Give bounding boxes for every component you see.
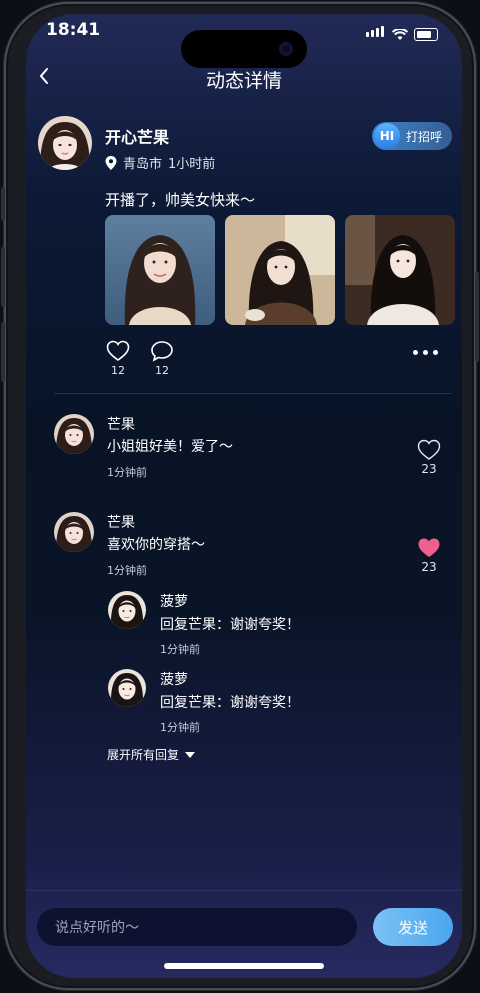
comment-author[interactable]: 芒果 — [107, 414, 135, 434]
reply-author[interactable]: 菠萝 — [160, 591, 188, 611]
status-time: 18:41 — [46, 20, 101, 40]
comment-like-button[interactable]: 23 — [411, 537, 447, 574]
reply-text: 回复芒果：谢谢夸奖！ — [160, 617, 300, 633]
post-photo[interactable] — [345, 215, 455, 325]
avatar-image — [108, 669, 146, 707]
heart-outline-icon — [106, 340, 130, 361]
comment-text: 小姐姐好美！爱了～ — [107, 439, 233, 455]
send-button[interactable]: 发送 — [373, 908, 453, 946]
photo-image — [105, 215, 215, 325]
post-photo[interactable] — [225, 215, 335, 325]
post-text: 开播了，帅美女快来～ — [105, 191, 256, 209]
commenter-avatar[interactable] — [54, 414, 94, 454]
comment-button[interactable]: 12 — [149, 340, 175, 377]
volume-up-button — [1, 247, 5, 307]
like-button[interactable]: 12 — [105, 340, 131, 377]
heart-outline-icon — [417, 439, 441, 460]
comment-like-button[interactable]: 23 — [411, 439, 447, 476]
comment-like-count: 23 — [421, 560, 437, 574]
photo-image — [345, 215, 455, 325]
post-time: 1小时前 — [168, 157, 216, 172]
poster-avatar[interactable] — [38, 116, 92, 170]
avatar-image — [54, 414, 94, 454]
expand-replies-button[interactable]: 展开所有回复 — [107, 746, 196, 763]
page-title: 动态详情 — [205, 70, 282, 92]
poster-name[interactable]: 开心芒果 — [105, 124, 169, 148]
comment-input-placeholder: 说点好听的～ — [55, 920, 139, 936]
commenter-avatar[interactable] — [54, 512, 94, 552]
expand-replies-label: 展开所有回复 — [107, 748, 180, 762]
comment-bubble-icon — [151, 341, 173, 362]
photo-grid — [105, 215, 455, 325]
hi-badge: HI — [374, 123, 400, 149]
volume-down-button — [1, 322, 5, 382]
power-button — [475, 272, 479, 362]
caret-down-icon — [185, 751, 196, 758]
avatar-image — [54, 512, 94, 552]
like-count: 12 — [111, 364, 125, 377]
comment-like-count: 23 — [421, 462, 437, 476]
post-actions: 12 12 — [105, 340, 175, 377]
reply-author[interactable]: 菠萝 — [160, 669, 188, 689]
app-screen: 18:41 动态详情 开心芒果 青岛市 1小时前 HI 打招呼 开播了，帅美女快… — [26, 14, 462, 978]
battery-icon — [414, 28, 438, 41]
greet-label: 打招呼 — [406, 129, 443, 144]
home-indicator[interactable] — [164, 963, 324, 969]
avatar-image — [38, 116, 92, 170]
dynamic-island — [181, 30, 307, 68]
status-icons — [366, 22, 438, 41]
reply-time: 1分钟前 — [160, 721, 200, 734]
reply-time: 1分钟前 — [160, 643, 200, 656]
post-photo[interactable] — [105, 215, 215, 325]
replier-avatar[interactable] — [108, 669, 146, 707]
reply-text: 回复芒果：谢谢夸奖！ — [160, 695, 300, 711]
comment-text: 喜欢你的穿搭～ — [107, 537, 205, 553]
heart-filled-icon — [418, 538, 440, 557]
signal-icon — [366, 22, 386, 41]
replier-avatar[interactable] — [108, 591, 146, 629]
comment-time: 1分钟前 — [107, 466, 147, 479]
comment-count: 12 — [155, 364, 169, 377]
wifi-icon — [392, 29, 408, 40]
photo-image — [225, 215, 335, 325]
location-pin-icon — [105, 155, 117, 170]
input-divider — [26, 890, 462, 891]
avatar-image — [108, 591, 146, 629]
comment-author[interactable]: 芒果 — [107, 512, 135, 532]
greet-button[interactable]: HI 打招呼 — [372, 122, 452, 150]
comment-time: 1分钟前 — [107, 564, 147, 577]
more-options-icon[interactable] — [413, 350, 438, 355]
poster-location: 青岛市 — [123, 157, 163, 172]
section-divider — [54, 393, 452, 394]
comment-input[interactable]: 说点好听的～ — [37, 908, 357, 946]
silent-switch — [1, 187, 5, 221]
phone-frame: 18:41 动态详情 开心芒果 青岛市 1小时前 HI 打招呼 开播了，帅美女快… — [1, 2, 479, 990]
poster-meta: 青岛市 1小时前 — [105, 153, 215, 172]
